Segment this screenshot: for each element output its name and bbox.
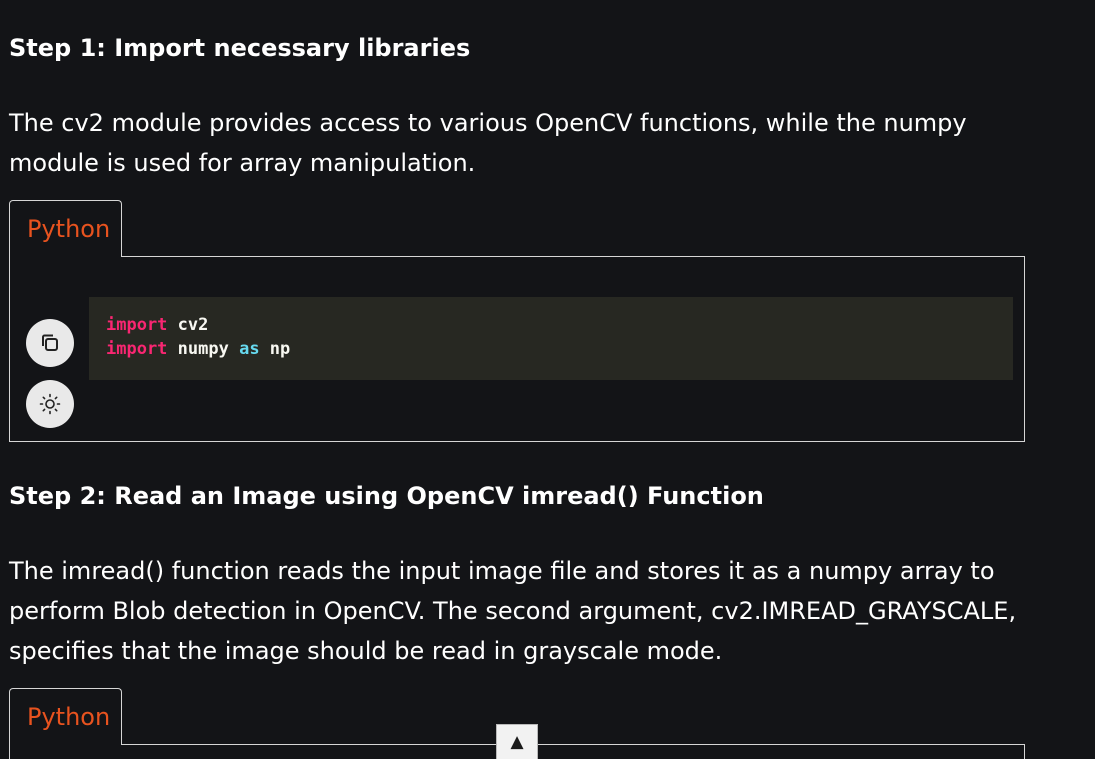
step-2-heading: Step 2: Read an Image using OpenCV imrea… xyxy=(9,482,764,510)
code-tab-python[interactable]: Python xyxy=(9,200,122,257)
sun-icon xyxy=(39,393,61,415)
code-panel: import cv2 import numpy as np xyxy=(9,256,1025,442)
code-token: np xyxy=(259,339,291,359)
step-2-description: The imread() function reads the input im… xyxy=(9,557,1017,665)
copy-code-button[interactable] xyxy=(26,319,74,367)
code-token: numpy xyxy=(167,339,240,359)
article-page: Step 1: Import necessary libraries The c… xyxy=(0,0,1095,759)
code-line: import cv2 xyxy=(106,313,996,337)
scroll-to-top-button[interactable]: ▲ xyxy=(496,724,538,759)
theme-toggle-button[interactable] xyxy=(26,380,74,428)
code-tab-python-2[interactable]: Python xyxy=(9,688,122,745)
code-token: as xyxy=(239,339,260,359)
code-token: cv2 xyxy=(167,315,209,335)
arrow-up-icon: ▲ xyxy=(510,732,524,752)
code-tab-label: Python xyxy=(27,703,111,731)
code-token: import xyxy=(106,315,168,335)
step-1-description: The cv2 module provides access to variou… xyxy=(9,109,967,177)
code-block[interactable]: import cv2 import numpy as np xyxy=(89,297,1013,380)
copy-icon xyxy=(42,334,58,351)
step-1-heading: Step 1: Import necessary libraries xyxy=(9,34,471,62)
code-tab-label: Python xyxy=(27,215,111,243)
code-token: import xyxy=(106,339,168,359)
code-line: import numpy as np xyxy=(106,337,996,361)
